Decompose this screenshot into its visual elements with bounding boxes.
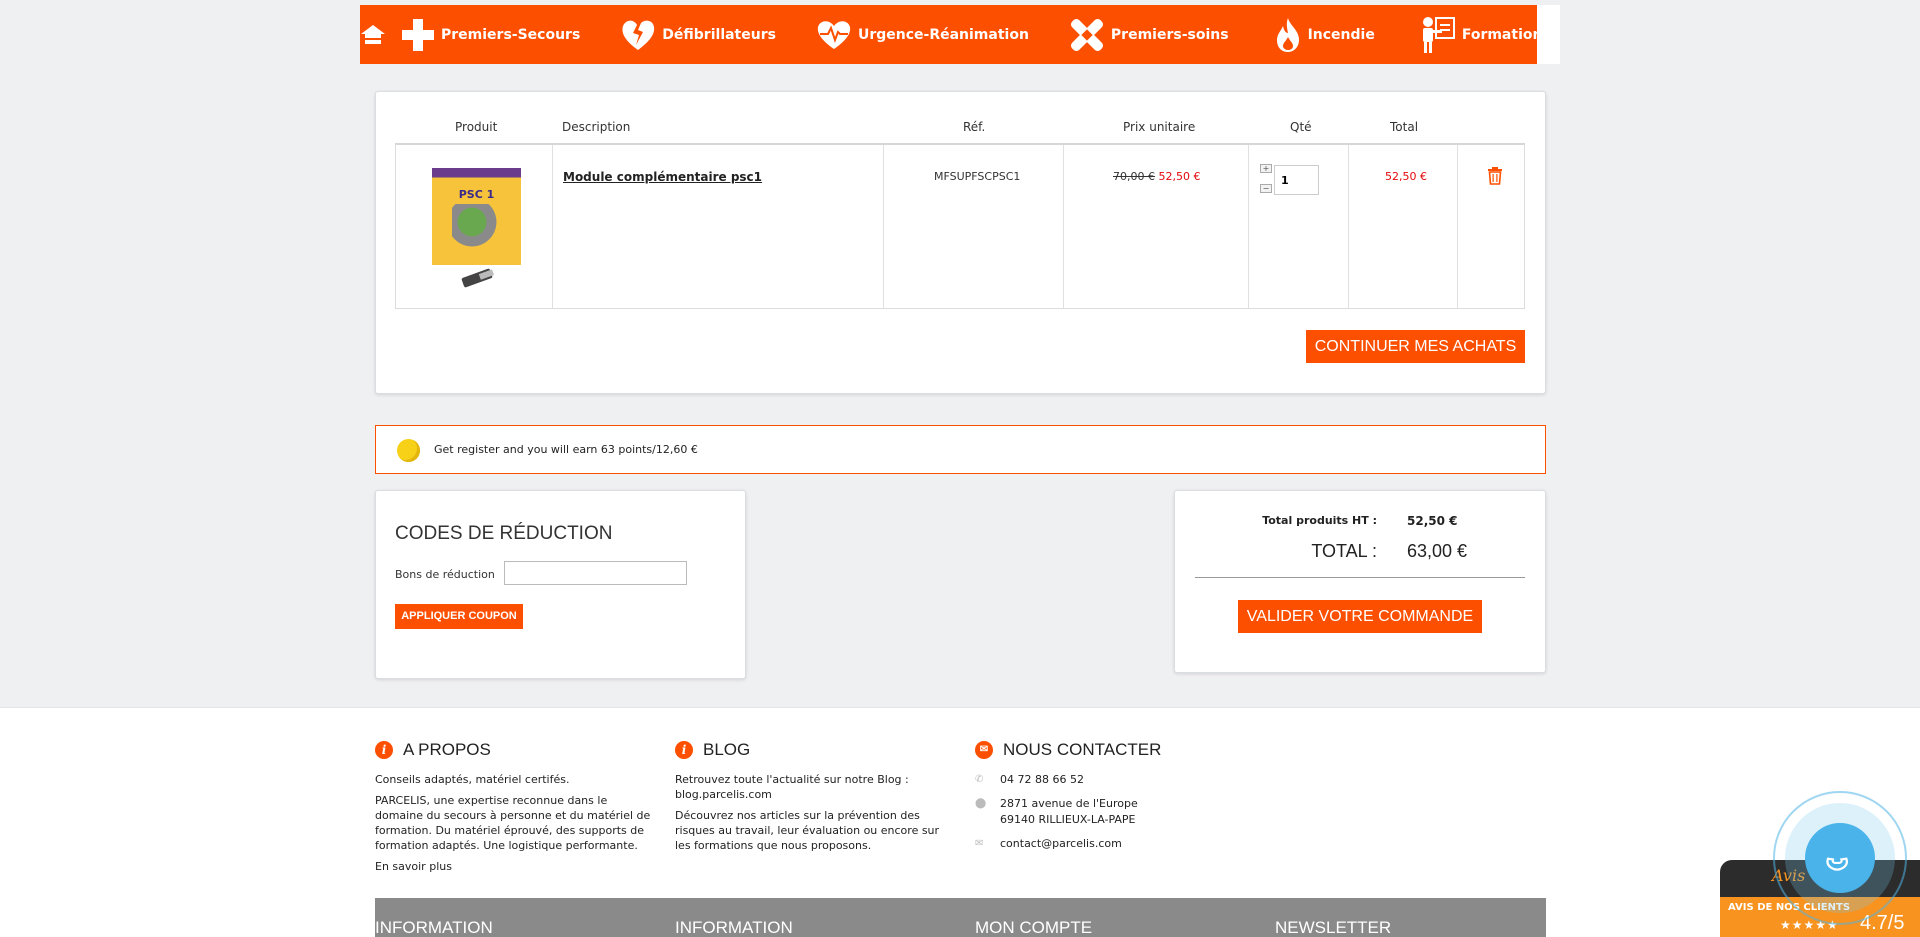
unit-price: 70,00 € 52,50 € — [1113, 170, 1201, 183]
qty-input[interactable] — [1274, 165, 1319, 195]
footer-heading-information-2: INFORMATION — [675, 918, 793, 937]
nav-urgence-reanimation[interactable]: Urgence-Réanimation — [816, 5, 1029, 64]
cross-icon — [402, 18, 434, 51]
footer-about-link[interactable]: En savoir plus — [375, 859, 655, 874]
home-icon — [361, 24, 385, 44]
home-button[interactable] — [360, 5, 386, 64]
coupon-title: CODES DE RÉDUCTION — [395, 523, 613, 544]
footer-contact-title: NOUS CONTACTER — [1003, 740, 1162, 759]
nav-label: Formation — [1461, 26, 1543, 43]
nav-label: Incendie — [1307, 26, 1375, 43]
old-price: 70,00 € — [1113, 170, 1155, 183]
footer-blog-text-1: Retrouvez toute l'actualité sur notre Bl… — [675, 773, 909, 801]
trash-icon — [1488, 167, 1502, 185]
heartbeat-icon — [817, 20, 851, 49]
coin-icon — [397, 439, 420, 462]
subtotal-value: 52,50 € — [1407, 514, 1458, 528]
nav-incendie[interactable]: Incendie — [1274, 5, 1375, 64]
col-header-description: Description — [562, 120, 631, 134]
footer-about-tagline: Conseils adaptés, matériel certifés. — [375, 773, 570, 786]
nav-defibrillateurs[interactable]: Défibrillateurs — [620, 5, 776, 64]
continue-shopping-button[interactable]: CONTINUER MES ACHATS — [1306, 330, 1525, 363]
footer-heading-newsletter: NEWSLETTER — [1275, 918, 1392, 937]
mail-icon: ✉ — [975, 741, 993, 759]
table-row: PSC 1 Module complémentaire psc1 MFSUPFS… — [395, 143, 1525, 309]
broken-heart-icon — [622, 20, 655, 50]
phone-icon: ✆ — [975, 774, 984, 785]
line-total: 52,50 € — [1385, 170, 1427, 183]
cart-summary: Produit Description Réf. Prix unitaire Q… — [375, 91, 1546, 394]
trainer-icon — [1422, 16, 1455, 53]
coupon-input[interactable] — [504, 561, 687, 585]
coupon-label: Bons de réduction — [395, 568, 495, 581]
loyalty-points-text: Get register and you will earn 63 points… — [434, 443, 698, 456]
footer-about-title: A PROPOS — [403, 740, 491, 759]
bandage-icon — [1070, 18, 1103, 51]
footer-links-bar: INFORMATION INFORMATION MON COMPTE NEWSL… — [375, 898, 1546, 937]
footer-blog-title: BLOG — [703, 740, 751, 759]
footer-blog-text-2: Découvrez nos articles sur la prévention… — [675, 809, 940, 852]
total-value: 63,00 € — [1407, 541, 1468, 561]
nav-label: Urgence-Réanimation — [857, 26, 1029, 43]
footer-about: i A PROPOS Conseils adaptés, matériel ce… — [375, 740, 655, 880]
validate-order-button[interactable]: VALIDER VOTRE COMMANDE — [1238, 600, 1482, 633]
main-nav: Premiers-Secours Défibrillateurs Urgence… — [360, 5, 1542, 64]
total-label: TOTAL : — [1311, 541, 1377, 561]
site-footer: i A PROPOS Conseils adaptés, matériel ce… — [0, 707, 1920, 937]
col-header-total: Total — [1390, 120, 1419, 134]
qty-decrease-button[interactable]: − — [1260, 184, 1272, 193]
footer-about-text: PARCELIS, une expertise reconnue dans le… — [375, 794, 651, 852]
contact-email[interactable]: contact@parcelis.com — [1000, 836, 1122, 852]
nav-premiers-soins[interactable]: Premiers-soins — [1069, 5, 1229, 64]
product-ref: MFSUPFSCPSC1 — [934, 170, 1021, 183]
contact-address-2: 69140 RILLIEUX-LA-PAPE — [1000, 813, 1136, 826]
new-price: 52,50 € — [1158, 170, 1201, 183]
divider — [1195, 577, 1525, 578]
loyalty-points-banner: Get register and you will earn 63 points… — [375, 425, 1546, 474]
footer-heading-information: INFORMATION — [375, 918, 493, 937]
location-icon: ⬤ — [975, 798, 987, 809]
envelope-icon: ✉ — [975, 838, 984, 849]
apply-coupon-button[interactable]: APPLIQUER COUPON — [395, 604, 523, 629]
order-totals: Total produits HT : 52,50 € TOTAL : 63,0… — [1174, 490, 1546, 673]
info-icon: i — [375, 741, 393, 759]
product-image[interactable]: PSC 1 — [432, 168, 521, 265]
flame-icon — [1276, 17, 1299, 52]
nav-label: Premiers-Secours — [441, 26, 581, 43]
nav-premiers-secours[interactable]: Premiers-Secours — [401, 5, 580, 64]
col-header-product: Produit — [455, 120, 498, 134]
nav-label: Premiers-soins — [1110, 26, 1229, 43]
nav-edge — [1537, 5, 1560, 64]
phone-icon — [1826, 857, 1849, 871]
contact-address-1: 2871 avenue de l'Europe — [1000, 797, 1138, 810]
subtotal-label: Total produits HT : — [1262, 514, 1377, 527]
qty-increase-button[interactable]: + — [1260, 164, 1272, 173]
info-icon: i — [675, 741, 693, 759]
footer-heading-account: MON COMPTE — [975, 918, 1093, 937]
contact-phone[interactable]: 04 72 88 66 52 — [1000, 772, 1084, 788]
call-us-button[interactable] — [1805, 823, 1875, 893]
nav-label: Défibrillateurs — [662, 26, 776, 43]
footer-blog: i BLOG Retrouvez toute l'actualité sur n… — [675, 740, 955, 859]
footer-contact: ✉ NOUS CONTACTER ✆ 04 72 88 66 52 ⬤ 2871… — [975, 740, 1255, 860]
nav-formation[interactable]: Formation — [1420, 5, 1543, 64]
delete-item-button[interactable] — [1487, 167, 1503, 189]
product-name-link[interactable]: Module complémentaire psc1 — [563, 170, 762, 184]
col-header-ref: Réf. — [963, 120, 986, 134]
col-header-unit-price: Prix unitaire — [1123, 120, 1196, 134]
coupon-panel: CODES DE RÉDUCTION Bons de réduction APP… — [375, 490, 746, 679]
product-image-label: PSC 1 — [458, 188, 495, 201]
col-header-qty: Qté — [1290, 120, 1312, 134]
